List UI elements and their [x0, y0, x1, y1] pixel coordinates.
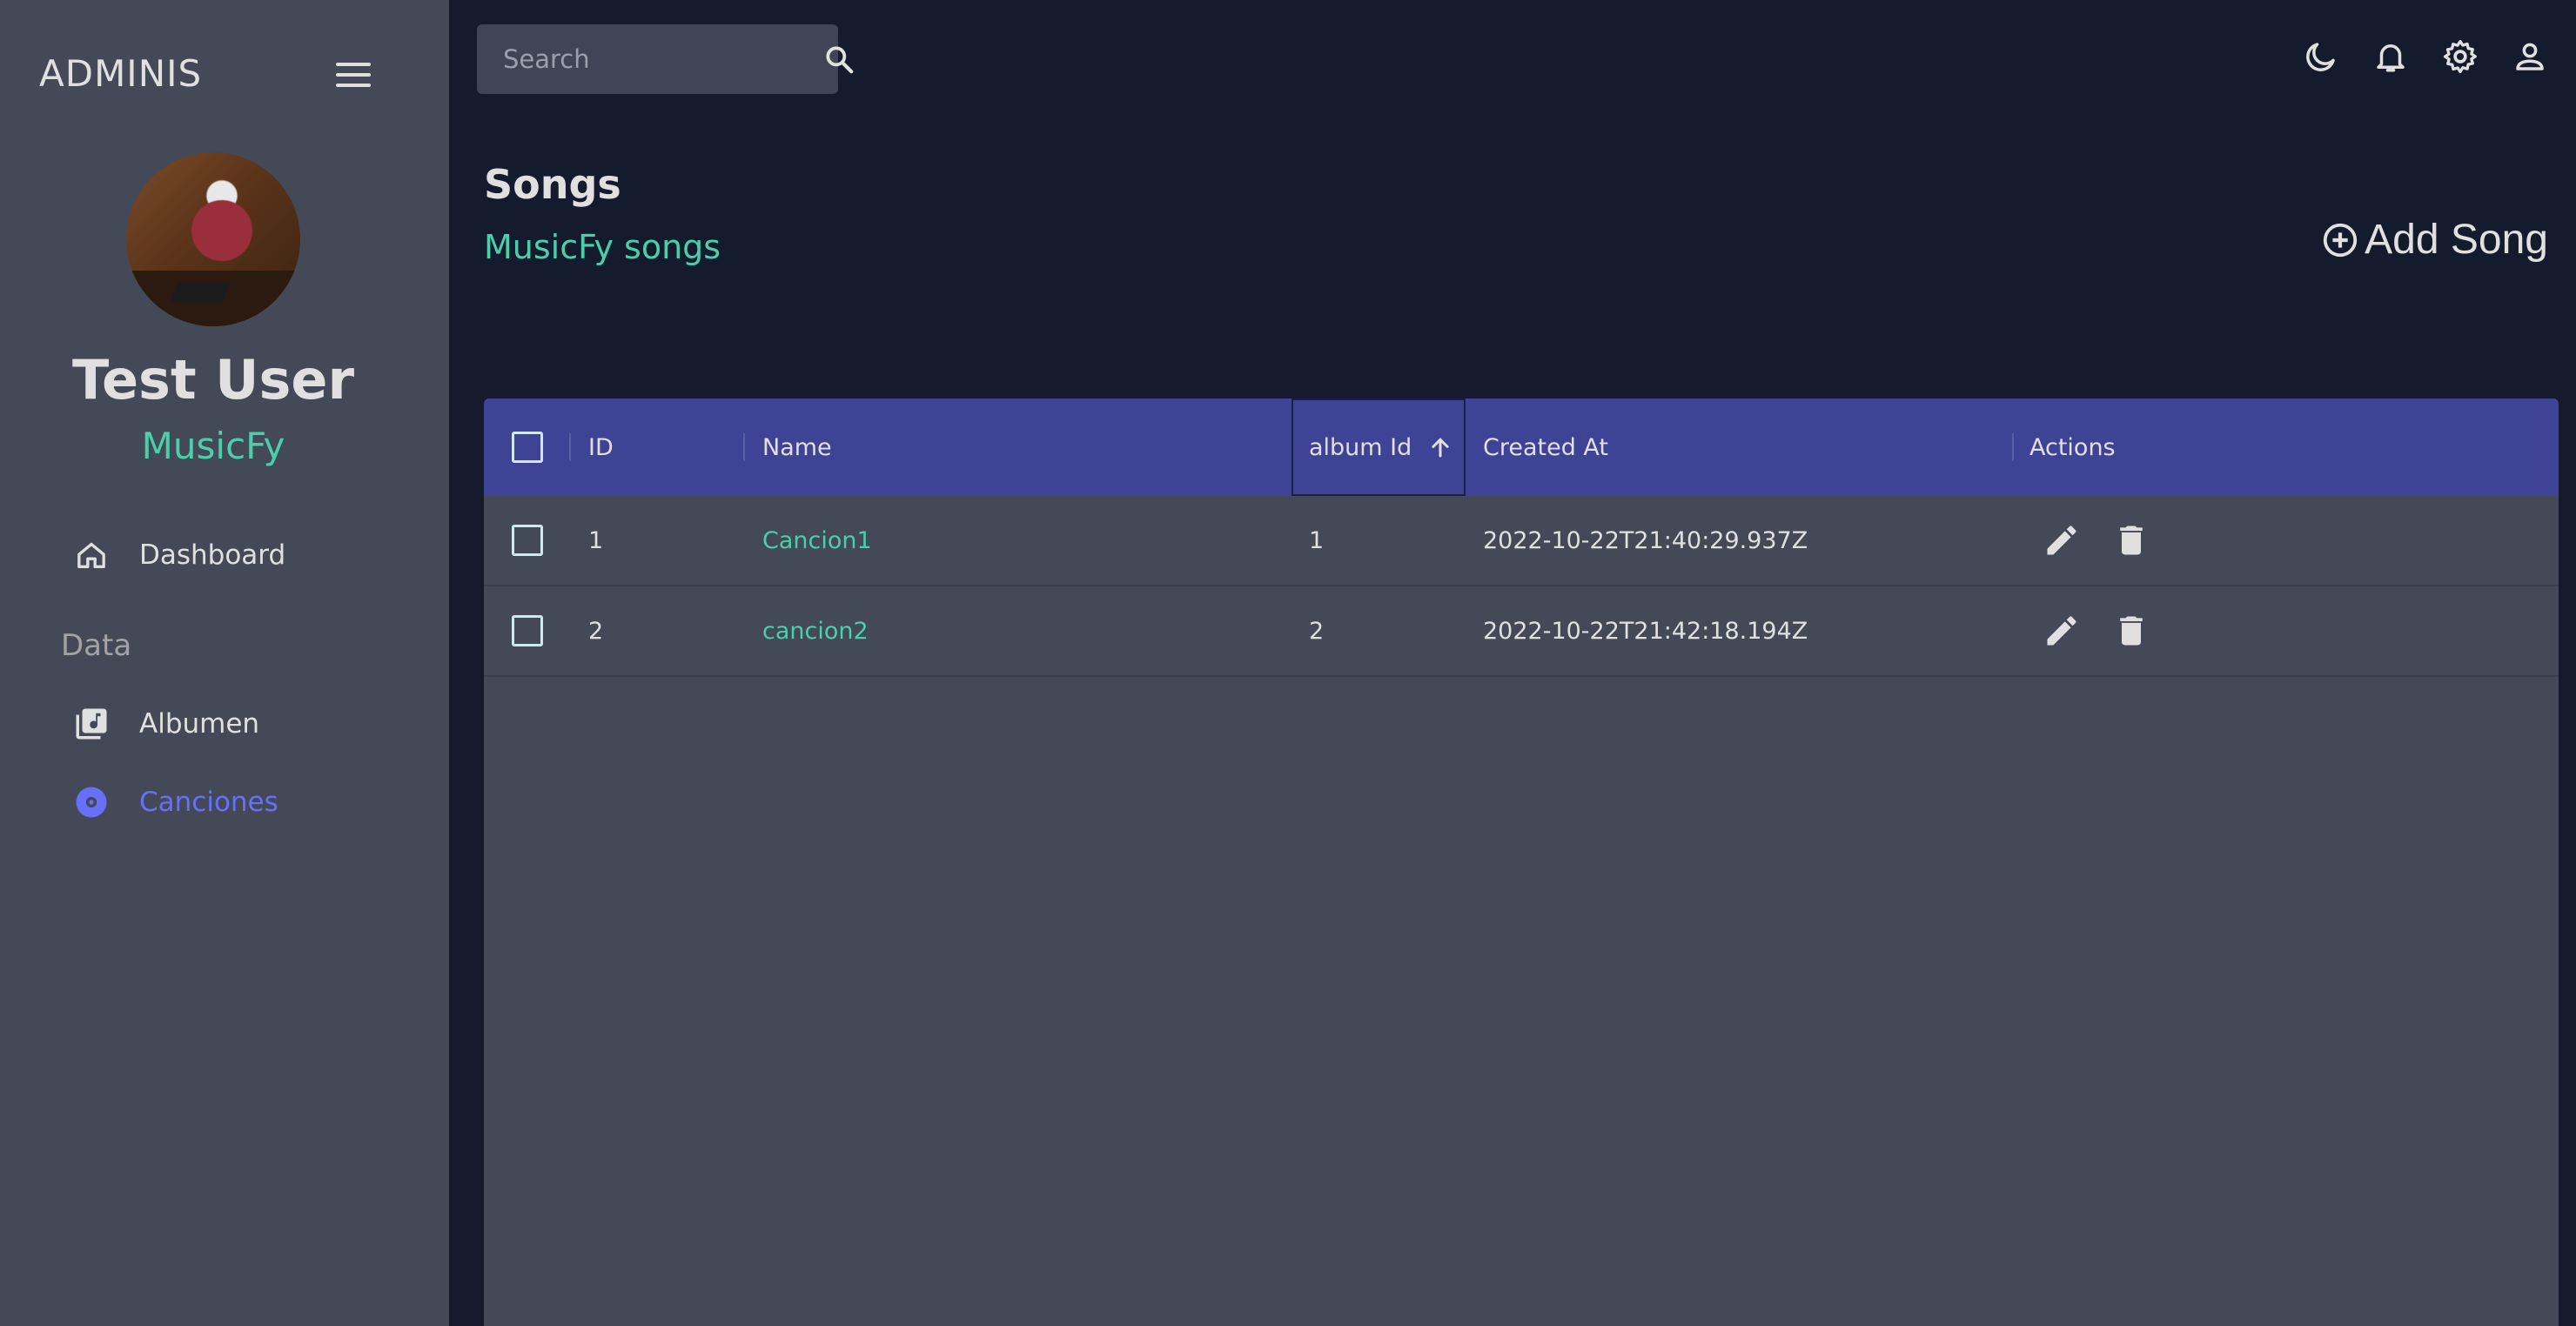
- hamburger-icon: [336, 63, 371, 66]
- home-icon: [70, 533, 113, 577]
- cell-album-id: 2: [1309, 617, 1325, 645]
- row-checkbox[interactable]: [512, 615, 543, 646]
- page-subtitle: MusicFy songs: [484, 228, 721, 266]
- sidebar-item-dashboard[interactable]: Dashboard: [70, 529, 285, 581]
- column-header-label: album Id: [1309, 433, 1412, 461]
- notifications-icon[interactable]: [2369, 35, 2412, 78]
- table-row[interactable]: 2 cancion2 2 2022-10-22T21:42:18.194Z: [484, 586, 2559, 677]
- album-icon: [70, 780, 113, 824]
- column-header-id[interactable]: ID: [588, 398, 614, 496]
- sidebar-section-data: Data: [61, 628, 132, 663]
- cell-album-id: 1: [1309, 526, 1325, 554]
- column-header-album-id[interactable]: album Id: [1291, 398, 1466, 496]
- user-organization: MusicFy: [141, 425, 285, 467]
- column-header-actions: Actions: [2029, 433, 2116, 461]
- add-circle-icon: [2318, 218, 2363, 263]
- cell-created-at: 2022-10-22T21:40:29.937Z: [1483, 526, 1808, 554]
- search-bar: [477, 24, 854, 94]
- cell-created-at: 2022-10-22T21:42:18.194Z: [1483, 617, 1808, 645]
- dark-mode-icon[interactable]: [2299, 35, 2343, 78]
- edit-icon[interactable]: [2040, 519, 2083, 562]
- add-song-button[interactable]: Add Song: [2318, 216, 2548, 264]
- cell-id: 1: [588, 526, 604, 554]
- edit-icon[interactable]: [2040, 609, 2083, 653]
- delete-icon[interactable]: [2110, 609, 2153, 653]
- column-header-created-at[interactable]: Created At: [1483, 398, 1608, 496]
- delete-icon[interactable]: [2110, 519, 2153, 562]
- sidebar: ADMINIS Test User MusicFy Dashboard Data…: [0, 0, 449, 1326]
- column-header-name[interactable]: Name: [762, 398, 832, 496]
- brand-title: ADMINIS: [39, 52, 203, 95]
- menu-toggle-button[interactable]: [331, 57, 376, 92]
- library-music-icon: [70, 702, 113, 746]
- search-icon[interactable]: [822, 40, 855, 78]
- sidebar-item-canciones[interactable]: Canciones: [70, 776, 278, 828]
- cell-name[interactable]: cancion2: [762, 586, 869, 675]
- avatar: [126, 152, 300, 326]
- search-input[interactable]: [503, 44, 822, 74]
- settings-icon[interactable]: [2438, 35, 2482, 78]
- sidebar-item-albumen[interactable]: Albumen: [70, 698, 259, 750]
- add-song-label: Add Song: [2365, 217, 2548, 263]
- person-icon[interactable]: [2508, 35, 2552, 78]
- songs-data-grid: ID Name album Id Created At Actions 1 Ca…: [484, 398, 2559, 1326]
- cell-id: 2: [588, 617, 604, 645]
- select-all-checkbox[interactable]: [512, 432, 543, 463]
- topbar-icons: [2299, 35, 2552, 78]
- sidebar-item-label: Albumen: [139, 708, 260, 740]
- table-row[interactable]: 1 Cancion1 1 2022-10-22T21:40:29.937Z: [484, 496, 2559, 586]
- sidebar-item-label: Dashboard: [139, 539, 286, 571]
- row-checkbox[interactable]: [512, 525, 543, 556]
- page-title: Songs: [484, 161, 621, 208]
- cell-name[interactable]: Cancion1: [762, 496, 872, 585]
- sidebar-item-label: Canciones: [139, 787, 278, 818]
- grid-header: ID Name album Id Created At Actions: [484, 398, 2559, 496]
- user-name: Test User: [71, 348, 355, 412]
- arrow-up-icon[interactable]: [1427, 434, 1453, 460]
